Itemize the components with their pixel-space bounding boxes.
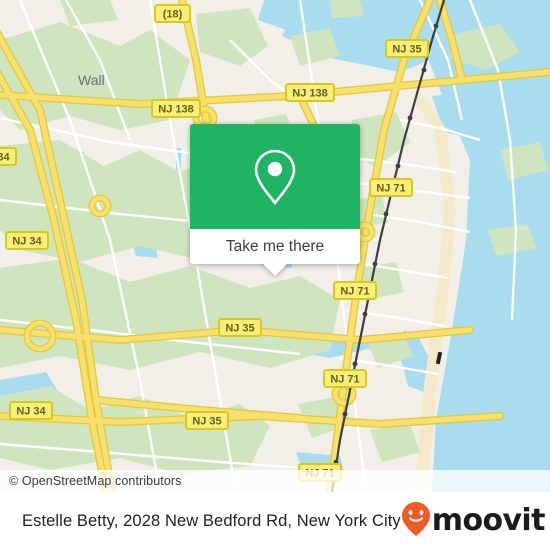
take-me-there-label: Take me there [225, 237, 325, 255]
road-shield: NJ 35 [218, 318, 262, 337]
footer-bar: Estelle Betty, 2028 New Bedford Rd, New … [0, 492, 550, 550]
road-shield: NJ 34 [9, 401, 53, 420]
road-shield-label: NJ 35 [192, 416, 221, 428]
osm-attribution-text: © OpenStreetMap contributors [9, 474, 182, 488]
road-shield-label: NJ 35 [225, 323, 254, 335]
road-shield-label: NJ 34 [0, 152, 11, 164]
road-shield: NJ 35 [185, 411, 229, 430]
map-screenshot: Wall (18) NJ 35 NJ 138 NJ 138 34 NJ 71 N… [0, 0, 550, 550]
road-shield: NJ 138 [151, 99, 201, 118]
road-shield: NJ 71 [369, 178, 413, 197]
popup-header [190, 124, 360, 229]
road-shield: NJ 138 [285, 83, 335, 102]
road-shield-label: NJ 138 [292, 88, 327, 100]
road-shield: NJ 34 [0, 147, 17, 166]
road-shield-label: (18) [163, 9, 183, 21]
road-shield: NJ 71 [333, 281, 377, 300]
road-shield: (18) [154, 4, 191, 23]
road-shield-label: NJ 34 [16, 406, 46, 418]
popup-pointer [263, 264, 287, 276]
location-popup-card[interactable]: Take me there [190, 124, 360, 276]
place-label-text: Wall [78, 72, 105, 88]
location-title: Estelle Betty, 2028 New Bedford Rd, New … [22, 511, 401, 530]
road-shield: NJ 71 [323, 369, 367, 388]
osm-attribution: © OpenStreetMap contributors [0, 470, 550, 492]
map-place-label-wall: Wall [78, 72, 105, 88]
popup-footer[interactable]: Take me there [190, 229, 360, 276]
road-shield: NJ 35 [385, 39, 429, 58]
road-shield-label: NJ 34 [12, 236, 42, 248]
road-shield: NJ 34 [5, 231, 49, 250]
moovit-pin-icon [401, 501, 431, 542]
moovit-wordmark: moovit [431, 503, 546, 538]
map-pin-icon [252, 148, 298, 206]
moovit-logo[interactable]: moovit [401, 501, 545, 542]
road-shield-label: NJ 71 [376, 183, 405, 195]
road-shield-label: NJ 138 [158, 104, 193, 116]
road-shield-label: NJ 35 [392, 44, 421, 56]
road-shield-label: NJ 71 [330, 374, 359, 386]
road-shield-label: NJ 71 [340, 286, 369, 298]
